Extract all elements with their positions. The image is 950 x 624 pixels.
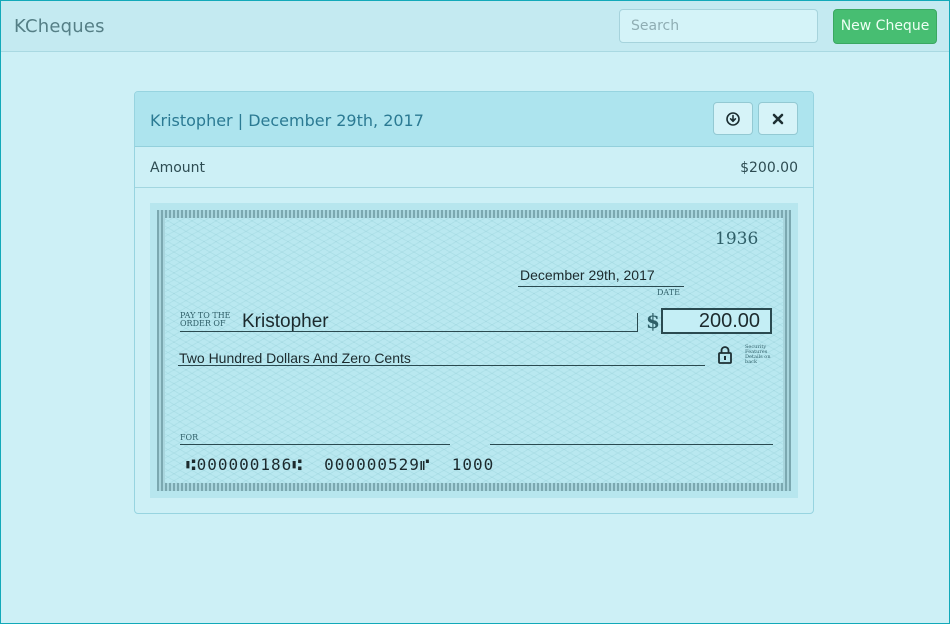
close-x-icon [772, 113, 784, 124]
payee-line [180, 331, 638, 332]
search-input[interactable] [619, 9, 818, 43]
lock-icon [718, 346, 732, 364]
amount-in-words: Two Hundred Dollars And Zero Cents [179, 350, 411, 366]
cheque-image: 1936 December 29th, 2017 DATE PAY TO THE… [150, 203, 798, 498]
brand-title[interactable]: KCheques [14, 16, 105, 37]
words-line [178, 365, 705, 366]
signature-line [490, 444, 773, 445]
payto-caption-line-2: ORDER OF [180, 319, 226, 328]
payee-line-end [637, 313, 638, 332]
security-note-line-4: back [745, 359, 758, 365]
date-caption: DATE [657, 288, 680, 297]
micr-line: ⑆000000186⑆ 000000529⑈ 1000 [186, 455, 494, 474]
download-button[interactable] [713, 102, 753, 135]
micr-account: 000000529⑈ [324, 455, 431, 474]
panel-title: Kristopher | December 29th, 2017 [150, 111, 424, 130]
amount-label: Amount [150, 160, 206, 176]
micr-routing: ⑆000000186⑆ [186, 455, 303, 474]
dollar-sign: $ [646, 309, 660, 333]
micr-check-number: 1000 [451, 455, 495, 474]
date-line [518, 286, 684, 287]
new-cheque-button[interactable]: New Cheque [833, 9, 937, 44]
memo-line [180, 444, 450, 445]
cheque-panel: Kristopher | December 29th, 2017 Amount … [134, 91, 814, 514]
security-note: Security Features Details on back [745, 345, 771, 365]
navbar: KCheques New Cheque [1, 1, 949, 52]
payee-name: Kristopher [242, 311, 329, 332]
amount-value: $200.00 [740, 160, 798, 176]
cheque-amount-box: 200.00 [661, 308, 772, 334]
cheque-date: December 29th, 2017 [520, 267, 655, 283]
download-circle-icon [726, 111, 740, 126]
cheque-number: 1936 [715, 229, 759, 249]
payto-caption: PAY TO THE ORDER OF [180, 312, 231, 328]
amount-row: Amount $200.00 [135, 148, 813, 188]
close-button[interactable] [758, 102, 798, 135]
for-caption: FOR [180, 433, 199, 442]
panel-header: Kristopher | December 29th, 2017 [135, 92, 813, 147]
